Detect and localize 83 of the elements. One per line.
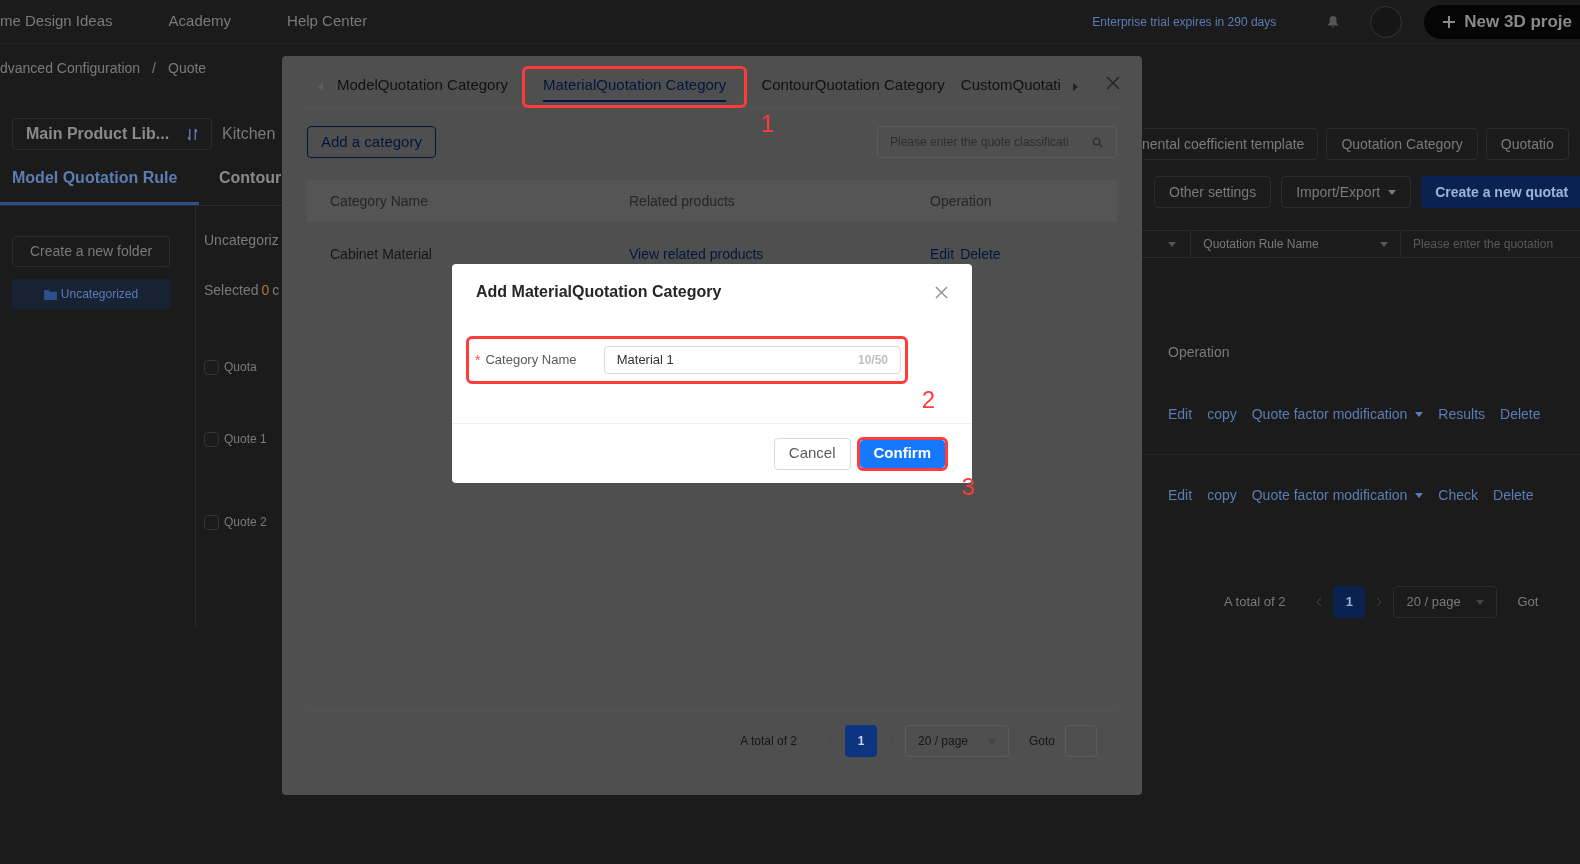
selection-count: 0 <box>261 280 270 300</box>
filter-select[interactable]: Quotation Rule Name <box>1191 230 1401 258</box>
page-size-select[interactable]: 20 / page <box>905 725 1009 757</box>
trial-notice: Enterprise trial expires in 290 days <box>1092 13 1277 31</box>
required-mark: * <box>475 350 481 370</box>
related-products-link[interactable]: View related products <box>629 243 764 265</box>
action-link[interactable]: copy <box>1207 403 1237 425</box>
action-link[interactable]: Delete <box>960 243 1001 265</box>
action-link[interactable]: Quote factor modification <box>1251 403 1424 425</box>
action-link[interactable]: Quote factor modification <box>1251 485 1424 506</box>
folder-icon <box>43 288 57 300</box>
close-icon <box>935 285 948 299</box>
checkbox[interactable] <box>204 431 219 447</box>
table-cell-text: Quote 2 <box>224 514 267 531</box>
caret-right-icon <box>1072 82 1078 91</box>
plus-icon <box>1442 14 1457 29</box>
confirm-button[interactable]: Confirm <box>859 439 945 468</box>
breadcrumb-separator: / <box>151 58 157 78</box>
table-cell-text: Quote 1 <box>224 431 267 448</box>
search-icon <box>1092 137 1103 148</box>
pagination-total: A total of 2 <box>1224 593 1286 612</box>
action-link[interactable]: Delete <box>1493 485 1534 506</box>
action-link[interactable]: Delete <box>1500 403 1541 425</box>
folder-item[interactable]: Uncategorized <box>12 279 170 309</box>
page-button[interactable]: 1 <box>1333 586 1366 618</box>
bell-icon <box>1326 14 1341 29</box>
dialog-title: Add MaterialQuotation Category <box>476 282 722 302</box>
action-link[interactable]: Edit <box>1168 485 1193 506</box>
breadcrumb-link[interactable]: Quote <box>168 57 207 79</box>
caret-icon <box>1168 241 1177 247</box>
page-size-select[interactable]: 20 / page <box>1393 586 1498 618</box>
caret-icon <box>1388 189 1397 195</box>
step-number: 2 <box>921 388 935 412</box>
tab-button[interactable]: Quotatio <box>1485 128 1569 160</box>
goto-label: Got <box>1517 593 1539 612</box>
char-counter: 10/50 <box>857 352 888 369</box>
tab[interactable]: MaterialQuotation Category <box>542 71 727 102</box>
action-button[interactable]: Create a new quotat <box>1421 176 1580 208</box>
table-cell-text: Cabinet Material <box>330 244 433 264</box>
search-field[interactable]: Please enter the quotation <box>1401 230 1580 258</box>
column-header: Quota <box>224 359 257 376</box>
nav-link[interactable]: Help Center <box>287 10 368 33</box>
column-header: Operation <box>1167 343 1231 362</box>
caret-icon <box>1476 599 1485 605</box>
tab[interactable]: CustomQuotati <box>960 71 1061 102</box>
caret-icon <box>1380 241 1388 247</box>
page-button[interactable]: 1 <box>845 725 877 757</box>
tab[interactable]: Contour <box>199 153 282 205</box>
tab[interactable]: Model Quotation Rule <box>0 153 199 205</box>
close-icon <box>1106 75 1120 90</box>
tab[interactable]: ContourQuotation Category <box>761 71 945 102</box>
breadcrumb-link[interactable]: dvanced Configuration <box>0 57 141 79</box>
library-select[interactable]: Main Product Lib... <box>12 118 212 150</box>
nav-link[interactable]: Academy <box>168 10 232 33</box>
new-project-button[interactable]: New 3D proje <box>1424 4 1580 39</box>
tab-button[interactable]: nental coefficient template <box>1142 128 1319 160</box>
library-tab[interactable]: Kitchen <box>222 122 276 146</box>
step-number: 1 <box>761 111 775 136</box>
tab-button[interactable]: Quotation Category <box>1326 128 1478 160</box>
selection-label: Selected <box>204 280 259 300</box>
action-link[interactable]: copy <box>1207 485 1237 506</box>
checkbox[interactable] <box>204 514 219 530</box>
checkbox[interactable] <box>204 359 219 375</box>
swap-icon <box>187 127 198 141</box>
add-category-button[interactable]: Add a category <box>307 126 436 158</box>
action-button[interactable]: Other settings <box>1154 176 1272 208</box>
selection-label: c <box>272 280 280 300</box>
action-link[interactable]: Results <box>1438 403 1486 425</box>
goto-label: Goto <box>1029 733 1055 750</box>
nav-link[interactable]: me Design Ideas <box>0 10 113 33</box>
action-button[interactable]: Import/Export <box>1281 176 1412 208</box>
folder-title: Uncategoriz <box>204 231 280 250</box>
action-link[interactable]: Edit <box>1168 403 1193 425</box>
action-link[interactable]: Edit <box>930 243 955 265</box>
chevron-right-icon <box>1376 597 1383 607</box>
input-field[interactable]: Material 1 10/50 <box>603 346 901 374</box>
pagination-total: A total of 2 <box>740 733 797 750</box>
chevron-left-icon <box>1316 597 1323 607</box>
field-label: Category Name <box>485 351 577 370</box>
create-folder-button[interactable]: Create a new folder <box>12 236 170 267</box>
cancel-button[interactable]: Cancel <box>773 437 851 470</box>
action-link[interactable]: Check <box>1438 485 1479 506</box>
tab[interactable]: ModelQuotation Category <box>337 71 508 102</box>
